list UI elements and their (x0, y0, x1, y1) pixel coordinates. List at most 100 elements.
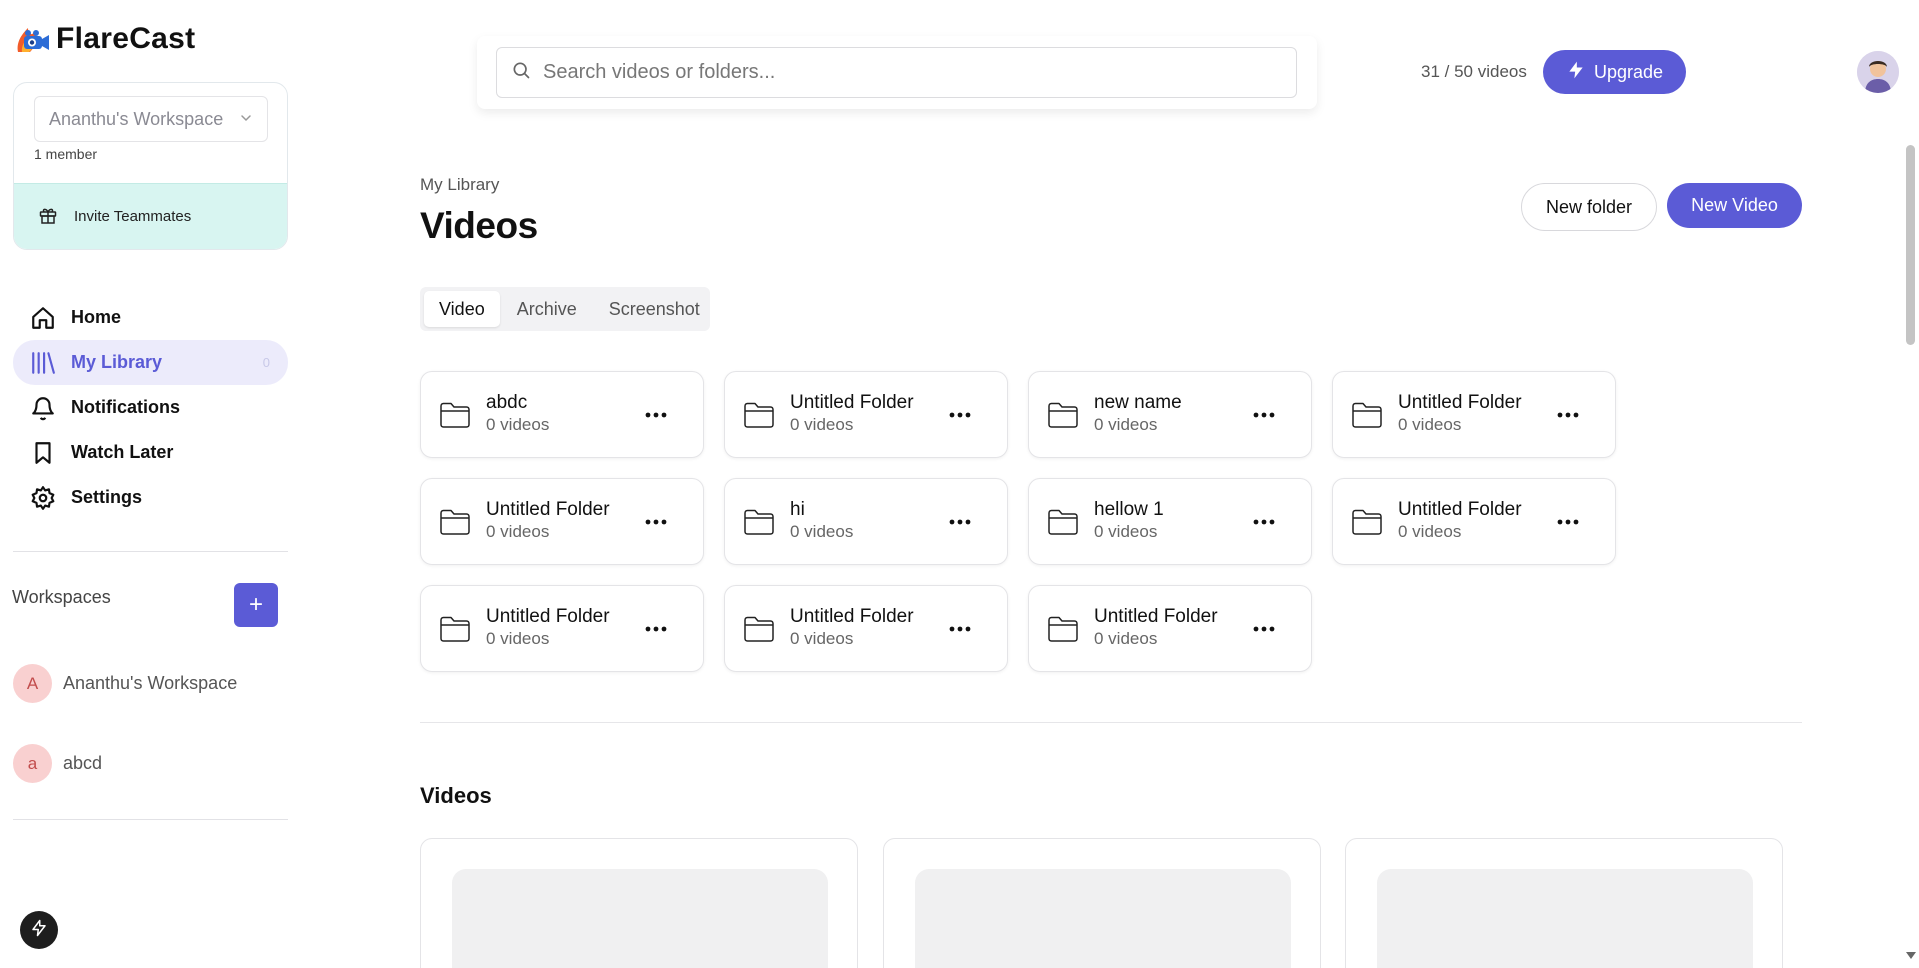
nav-item-settings[interactable]: Settings (13, 475, 288, 520)
folder-name: hi (790, 499, 805, 520)
more-options-icon[interactable] (948, 619, 972, 639)
bell-icon (29, 394, 57, 422)
folder-video-count: 0 videos (1094, 522, 1158, 541)
folder-icon (439, 615, 471, 648)
folder-video-count: 0 videos (790, 629, 854, 648)
folder-icon (1047, 508, 1079, 541)
folder-video-count: 0 videos (790, 522, 854, 541)
flarecast-logo-icon (14, 22, 50, 56)
page-scrollbar[interactable] (1902, 0, 1919, 968)
workspace-item[interactable]: A Ananthu's Workspace (13, 664, 237, 703)
lightning-icon (1566, 60, 1586, 85)
nav-item-my-library[interactable]: My Library 0 (13, 340, 288, 385)
nav-label-home: Home (71, 307, 122, 327)
more-options-icon[interactable] (1252, 512, 1276, 532)
folder-video-count: 0 videos (1398, 522, 1462, 541)
folder-icon (743, 401, 775, 434)
nav-item-notifications[interactable]: Notifications (13, 385, 288, 430)
more-options-icon[interactable] (1556, 405, 1580, 425)
tab-archive[interactable]: Archive (502, 291, 592, 327)
folder-video-count: 0 videos (1398, 415, 1462, 434)
search-icon (511, 60, 531, 85)
folder-card[interactable]: new name 0 videos (1028, 371, 1312, 458)
workspace-name: Ananthu's Workspace (63, 673, 238, 693)
nav-label-settings: Settings (71, 487, 143, 507)
invite-teammates-button[interactable]: Invite Teammates (14, 183, 287, 249)
tab-screenshot[interactable]: Screenshot (594, 291, 715, 327)
workspace-card: Ananthu's Workspace 1 member Invite Team… (13, 82, 288, 250)
new-video-button[interactable]: New Video (1667, 183, 1802, 228)
breadcrumb[interactable]: My Library (420, 175, 499, 195)
scroll-down-arrow-icon[interactable] (1906, 952, 1916, 959)
folder-icon (1351, 508, 1383, 541)
library-tabs: Video Archive Screenshot (420, 287, 710, 331)
folder-icon (1351, 401, 1383, 434)
search-container (477, 36, 1317, 109)
video-card-placeholder[interactable] (883, 838, 1321, 968)
new-folder-button[interactable]: New folder (1521, 183, 1657, 231)
folder-name: Untitled Folder (486, 606, 610, 627)
more-options-icon[interactable] (948, 405, 972, 425)
folder-card[interactable]: Untitled Folder 0 videos (724, 371, 1008, 458)
workspace-avatar: a (13, 744, 52, 783)
folder-card[interactable]: Untitled Folder 0 videos (1028, 585, 1312, 672)
folder-video-count: 0 videos (486, 415, 550, 434)
folder-card[interactable]: hellow 1 0 videos (1028, 478, 1312, 565)
lightning-icon (30, 919, 48, 942)
folder-card[interactable]: Untitled Folder 0 videos (724, 585, 1008, 672)
more-options-icon[interactable] (644, 405, 668, 425)
library-icon (29, 349, 57, 377)
folder-name: Untitled Folder (790, 392, 914, 413)
bookmark-icon (29, 439, 57, 467)
folder-card[interactable]: abdc 0 videos (420, 371, 704, 458)
brand[interactable]: FlareCast (14, 22, 195, 56)
workspace-name: abcd (63, 753, 103, 773)
quick-actions-button[interactable] (20, 911, 58, 949)
search-input[interactable] (543, 61, 1263, 84)
video-card-placeholder[interactable] (420, 838, 858, 968)
workspace-item[interactable]: a abcd (13, 744, 102, 783)
add-workspace-button[interactable]: + (234, 583, 278, 627)
folder-name: abdc (486, 392, 528, 413)
nav-label-notifications: Notifications (71, 397, 181, 417)
video-thumbnail-skeleton (1377, 869, 1753, 968)
folder-icon (439, 401, 471, 434)
folder-card[interactable]: Untitled Folder 0 videos (1332, 478, 1616, 565)
gear-icon (29, 484, 57, 512)
section-divider (420, 722, 1802, 723)
gift-icon (38, 205, 58, 229)
tab-video[interactable]: Video (424, 291, 500, 327)
more-options-icon[interactable] (948, 512, 972, 532)
folder-video-count: 0 videos (1094, 415, 1158, 434)
upgrade-label: Upgrade (1593, 61, 1664, 82)
folder-card[interactable]: hi 0 videos (724, 478, 1008, 565)
folder-name: Untitled Folder (1398, 392, 1522, 413)
library-count-badge: 0 (262, 355, 270, 370)
folder-card[interactable]: Untitled Folder 0 videos (1332, 371, 1616, 458)
scrollbar-thumb[interactable] (1906, 145, 1915, 345)
nav-item-home[interactable]: Home (13, 295, 288, 340)
more-options-icon[interactable] (1252, 405, 1276, 425)
nav-label-watch-later: Watch Later (71, 442, 174, 462)
folder-video-count: 0 videos (1094, 629, 1158, 648)
more-options-icon[interactable] (1252, 619, 1276, 639)
folder-name: Untitled Folder (790, 606, 914, 627)
nav-item-watch-later[interactable]: Watch Later (13, 430, 288, 475)
home-icon (29, 304, 57, 332)
more-options-icon[interactable] (644, 619, 668, 639)
search-box[interactable] (496, 47, 1297, 98)
more-options-icon[interactable] (644, 512, 668, 532)
folder-name: Untitled Folder (1398, 499, 1522, 520)
folder-card[interactable]: Untitled Folder 0 videos (420, 585, 704, 672)
invite-teammates-label: Invite Teammates (74, 208, 192, 225)
upgrade-button[interactable]: Upgrade (1543, 50, 1686, 94)
main-nav: Home My Library 0 Notifications Watch La… (13, 295, 288, 520)
folder-video-count: 0 videos (790, 415, 854, 434)
chevron-down-icon (239, 109, 253, 130)
video-card-placeholder[interactable] (1345, 838, 1783, 968)
workspace-select-value: Ananthu's Workspace (49, 108, 224, 129)
user-avatar[interactable] (1857, 51, 1899, 93)
workspace-select[interactable]: Ananthu's Workspace (34, 96, 268, 142)
more-options-icon[interactable] (1556, 512, 1580, 532)
folder-card[interactable]: Untitled Folder 0 videos (420, 478, 704, 565)
